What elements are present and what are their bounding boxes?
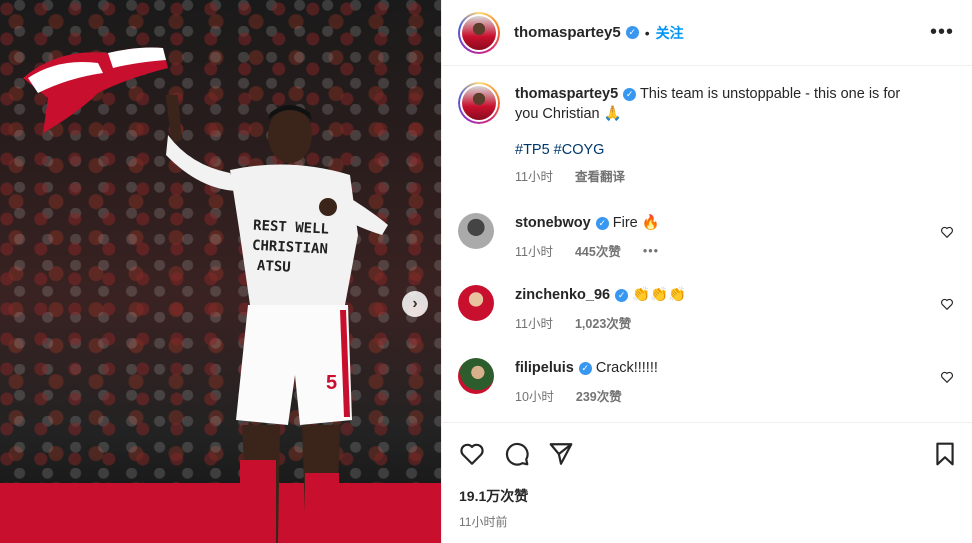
verified-badge-icon: ✓ — [623, 88, 637, 101]
commenter-avatar[interactable] — [458, 358, 494, 394]
flag-graphic — [23, 47, 168, 133]
post-header: thomaspartey5 ✓ • 关注 ••• — [442, 0, 972, 66]
bookmark-icon[interactable] — [932, 441, 958, 467]
like-count[interactable]: 19.1万次赞 — [459, 486, 528, 506]
separator-dot: • — [644, 24, 650, 41]
commenter-avatar[interactable] — [458, 213, 494, 249]
comment-time: 10小时 — [515, 390, 554, 404]
commenter-username[interactable]: zinchenko_96 — [515, 287, 610, 303]
post-photo: REST WELL CHRISTIAN ATSU 5 › — [0, 0, 441, 543]
verified-badge-icon: ✓ — [595, 217, 609, 230]
shorts-number: 5 — [326, 372, 338, 394]
post-timestamp: 11小时前 — [459, 515, 508, 529]
player-figure — [165, 95, 388, 543]
commenter-username[interactable]: stonebwoy — [515, 215, 591, 231]
comment-heart-icon[interactable] — [940, 297, 954, 311]
comment-heart-icon[interactable] — [940, 225, 954, 239]
next-slide-button[interactable]: › — [402, 291, 428, 317]
comment-text: Crack!!!!!! — [595, 360, 658, 376]
verified-badge-icon: ✓ — [615, 289, 629, 302]
author-avatar[interactable] — [458, 11, 500, 54]
comment-emoji: 🔥 — [641, 215, 660, 231]
author-username[interactable]: thomaspartey5 — [514, 24, 621, 41]
more-options-icon[interactable]: ••• — [930, 22, 954, 42]
action-bar: 19.1万次赞 11小时前 — [442, 422, 972, 543]
comment-emoji: 👏👏👏 — [632, 287, 687, 303]
post-detail-panel: thomaspartey5 ✓ • 关注 ••• thomaspartey5 ✓ … — [441, 0, 972, 543]
heart-icon[interactable] — [459, 441, 485, 467]
comment-likes[interactable]: 1,023次赞 — [575, 313, 631, 332]
comment-likes[interactable]: 445次赞 — [575, 241, 621, 260]
caption-time: 11小时 — [515, 170, 553, 184]
comment-time: 11小时 — [515, 245, 553, 259]
comments-list: thomaspartey5 ✓ This team is unstoppable … — [442, 66, 972, 422]
comment-text: Fire — [612, 215, 638, 231]
chevron-right-icon: › — [412, 295, 418, 312]
caption-username[interactable]: thomaspartey5 — [515, 86, 618, 102]
verified-badge-icon: ✓ — [625, 26, 639, 39]
pray-emoji: 🙏 — [603, 106, 622, 122]
share-icon[interactable] — [548, 441, 574, 467]
verified-badge-icon: ✓ — [578, 362, 592, 375]
author-avatar-small[interactable] — [458, 82, 500, 124]
commenter-username[interactable]: filipeluis — [515, 360, 574, 376]
comment-likes[interactable]: 239次赞 — [576, 386, 622, 405]
comment-icon[interactable] — [504, 441, 530, 467]
caption-text: thomaspartey5 ✓ This team is unstoppable … — [515, 84, 926, 124]
comment-time: 11小时 — [515, 317, 553, 331]
commenter-avatar[interactable] — [458, 285, 494, 321]
comment-more-icon[interactable]: ••• — [643, 244, 659, 258]
translate-button[interactable]: 查看翻译 — [575, 166, 625, 185]
shirt-message: REST WELL CHRISTIAN ATSU — [250, 216, 343, 281]
hashtags[interactable]: #TP5 #COYG — [515, 142, 926, 158]
follow-button[interactable]: 关注 — [656, 23, 684, 43]
comment-heart-icon[interactable] — [940, 370, 954, 384]
